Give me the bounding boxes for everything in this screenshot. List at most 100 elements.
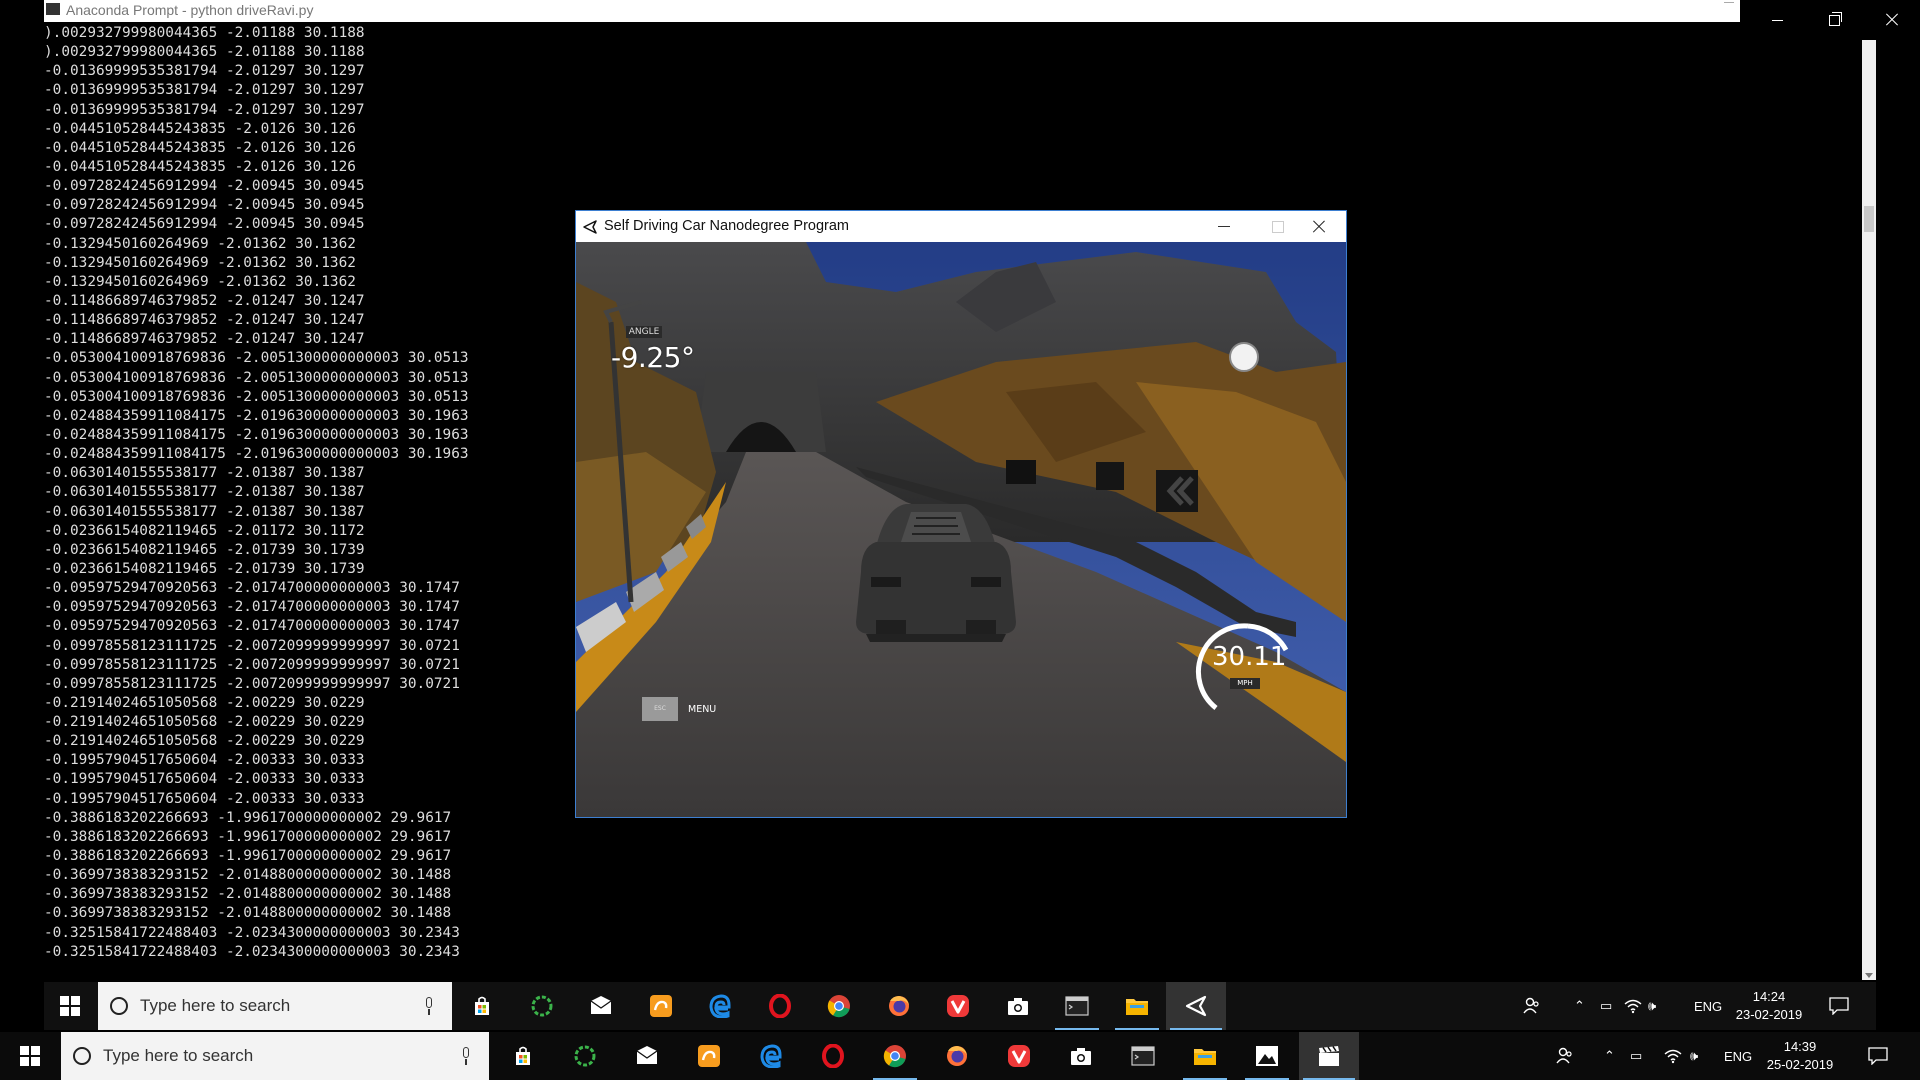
game-view[interactable]: ANGLE -9.25° ESC MENU 30.11 MPH — [576, 242, 1346, 817]
battery-icon[interactable]: ▭ — [1600, 982, 1612, 1030]
taskbar-app-mail[interactable] — [571, 982, 631, 1030]
console-line: -0.044510528445243835 -2.0126 30.126 — [44, 158, 356, 175]
taskbar-app-mail[interactable] — [617, 1032, 677, 1080]
microphone-icon[interactable] — [424, 997, 434, 1015]
action-center-icon[interactable] — [1829, 982, 1849, 1030]
menu-label[interactable]: MENU — [688, 704, 716, 715]
wifi-signal-icon — [1664, 1049, 1682, 1064]
search-placeholder: Type here to search — [103, 1046, 254, 1065]
simulator-title: Self Driving Car Nanodegree Program — [604, 218, 849, 234]
taskbar-app-camera[interactable] — [1051, 1032, 1111, 1080]
record-button[interactable] — [1229, 342, 1259, 372]
console-line: -0.3699738383293152 -2.0148800000000002 … — [44, 905, 452, 922]
wifi-icon[interactable] — [1624, 982, 1642, 1030]
console-title-minimize-hint — [1724, 2, 1734, 3]
taskbar-app-file-explorer[interactable] — [1107, 982, 1167, 1030]
console-line: -0.044510528445243835 -2.0126 30.126 — [44, 120, 356, 137]
language-indicator[interactable]: ENG — [1694, 982, 1722, 1030]
taskbar-app-edge[interactable] — [690, 982, 750, 1030]
taskbar-app-file-explorer[interactable] — [1175, 1032, 1235, 1080]
simulator-close-button[interactable] — [1292, 211, 1346, 242]
search-box[interactable]: Type here to search — [98, 982, 452, 1030]
clock-date: 25-02-2019 — [1766, 1057, 1834, 1072]
console-line: -0.01369999535381794 -2.01297 30.1297 — [44, 101, 365, 118]
simulator-titlebar[interactable]: Self Driving Car Nanodegree Program — [576, 211, 1346, 242]
minimize-icon — [1772, 19, 1783, 21]
taskbar-app-edge[interactable] — [741, 1032, 801, 1080]
video-editor-icon — [1317, 1044, 1341, 1068]
firefox-icon — [887, 994, 911, 1018]
console-title: Anaconda Prompt - python driveRavi.py — [66, 2, 314, 18]
taskbar-app-opera[interactable] — [803, 1032, 863, 1080]
speed-unit: MPH — [1230, 678, 1260, 689]
store-icon — [470, 994, 494, 1018]
volume-icon[interactable]: 🕪 — [1648, 982, 1656, 1030]
taskbar-app-uc-browser[interactable] — [679, 1032, 739, 1080]
camera-icon — [1006, 994, 1030, 1018]
taskbar-app-firefox[interactable] — [927, 1032, 987, 1080]
steering-angle-value: -9.25° — [611, 341, 695, 374]
console-line: -0.32515841722488403 -2.0234300000000003… — [44, 943, 460, 960]
restore-icon — [1829, 11, 1842, 26]
simulator-minimize-button[interactable] — [1197, 211, 1251, 242]
close-icon — [1885, 13, 1899, 27]
volume-icon[interactable]: 🕪 — [1690, 1032, 1698, 1080]
microphone-icon[interactable] — [461, 1047, 471, 1065]
console-line: ).002932799980044365 -2.01188 30.1188 — [44, 25, 365, 41]
console-line: -0.3699738383293152 -2.0148800000000002 … — [44, 886, 452, 903]
wifi-icon[interactable] — [1664, 1032, 1682, 1080]
taskbar-app-cortana-ring[interactable] — [512, 982, 572, 1030]
console-line: -0.01369999535381794 -2.01297 30.1297 — [44, 82, 365, 99]
taskbar-app-camera[interactable] — [988, 982, 1048, 1030]
file-explorer-icon — [1193, 1044, 1217, 1068]
start-button[interactable] — [6, 1032, 54, 1080]
start-button[interactable] — [46, 982, 94, 1030]
store-icon — [511, 1044, 535, 1068]
taskbar-app-firefox[interactable] — [869, 982, 929, 1030]
windows-logo-icon — [20, 1046, 40, 1066]
taskbar-app-chrome[interactable] — [809, 982, 869, 1030]
maximize-icon — [1272, 220, 1284, 233]
taskbar-app-photos[interactable] — [1237, 1032, 1297, 1080]
taskbar-app-terminal[interactable] — [1113, 1032, 1173, 1080]
taskbar-app-cortana-ring[interactable] — [555, 1032, 615, 1080]
tray-people-icon[interactable] — [1555, 1032, 1575, 1080]
console-close-button[interactable] — [1863, 0, 1920, 40]
search-box[interactable]: Type here to search — [61, 1032, 489, 1080]
taskbar-app-vivaldi[interactable] — [989, 1032, 1049, 1080]
notification-icon — [1868, 1047, 1888, 1065]
console-restore-button[interactable] — [1806, 0, 1863, 40]
taskbar-app-store[interactable] — [493, 1032, 553, 1080]
taskbar-app-video-editor[interactable] — [1299, 1032, 1359, 1080]
taskbar-app-opera[interactable] — [750, 982, 810, 1030]
scroll-down-arrow-icon[interactable] — [1865, 973, 1873, 978]
tray-chevron-up-icon[interactable]: ⌃ — [1604, 1032, 1615, 1080]
scrollbar-thumb[interactable] — [1864, 206, 1874, 232]
taskbar-app-store[interactable] — [452, 982, 512, 1030]
opera-icon — [768, 993, 792, 1019]
action-center-icon[interactable] — [1868, 1032, 1888, 1080]
taskbar-app-unity[interactable] — [1166, 982, 1226, 1030]
tray-people-icon[interactable] — [1522, 982, 1542, 1030]
tray-chevron-up-icon[interactable]: ⌃ — [1574, 982, 1585, 1030]
console-line: -0.01369999535381794 -2.01297 30.1297 — [44, 63, 365, 80]
file-explorer-icon — [1125, 994, 1149, 1018]
firefox-icon — [945, 1044, 969, 1068]
console-minimize-button[interactable] — [1749, 0, 1806, 40]
unity-icon — [1184, 994, 1208, 1018]
chrome-icon — [883, 1044, 907, 1068]
photos-icon — [1255, 1044, 1279, 1068]
battery-icon[interactable]: ▭ — [1630, 1032, 1642, 1080]
edge-icon — [708, 994, 732, 1019]
language-indicator[interactable]: ENG — [1724, 1032, 1752, 1080]
clock[interactable]: 14:24 23-02-2019 — [1734, 982, 1804, 1030]
esc-key-icon[interactable]: ESC — [642, 697, 678, 721]
people-icon — [1523, 997, 1539, 1014]
taskbar-app-chrome[interactable] — [865, 1032, 925, 1080]
taskbar-app-uc-browser[interactable] — [631, 982, 691, 1030]
clock[interactable]: 14:39 25-02-2019 — [1765, 1032, 1835, 1080]
console-scrollbar[interactable] — [1862, 40, 1876, 980]
taskbar-outer: Type here to search ⌃ ▭ 🕪 ENG 14:39 25-0… — [0, 1032, 1920, 1080]
taskbar-app-terminal[interactable] — [1047, 982, 1107, 1030]
taskbar-app-vivaldi[interactable] — [928, 982, 988, 1030]
